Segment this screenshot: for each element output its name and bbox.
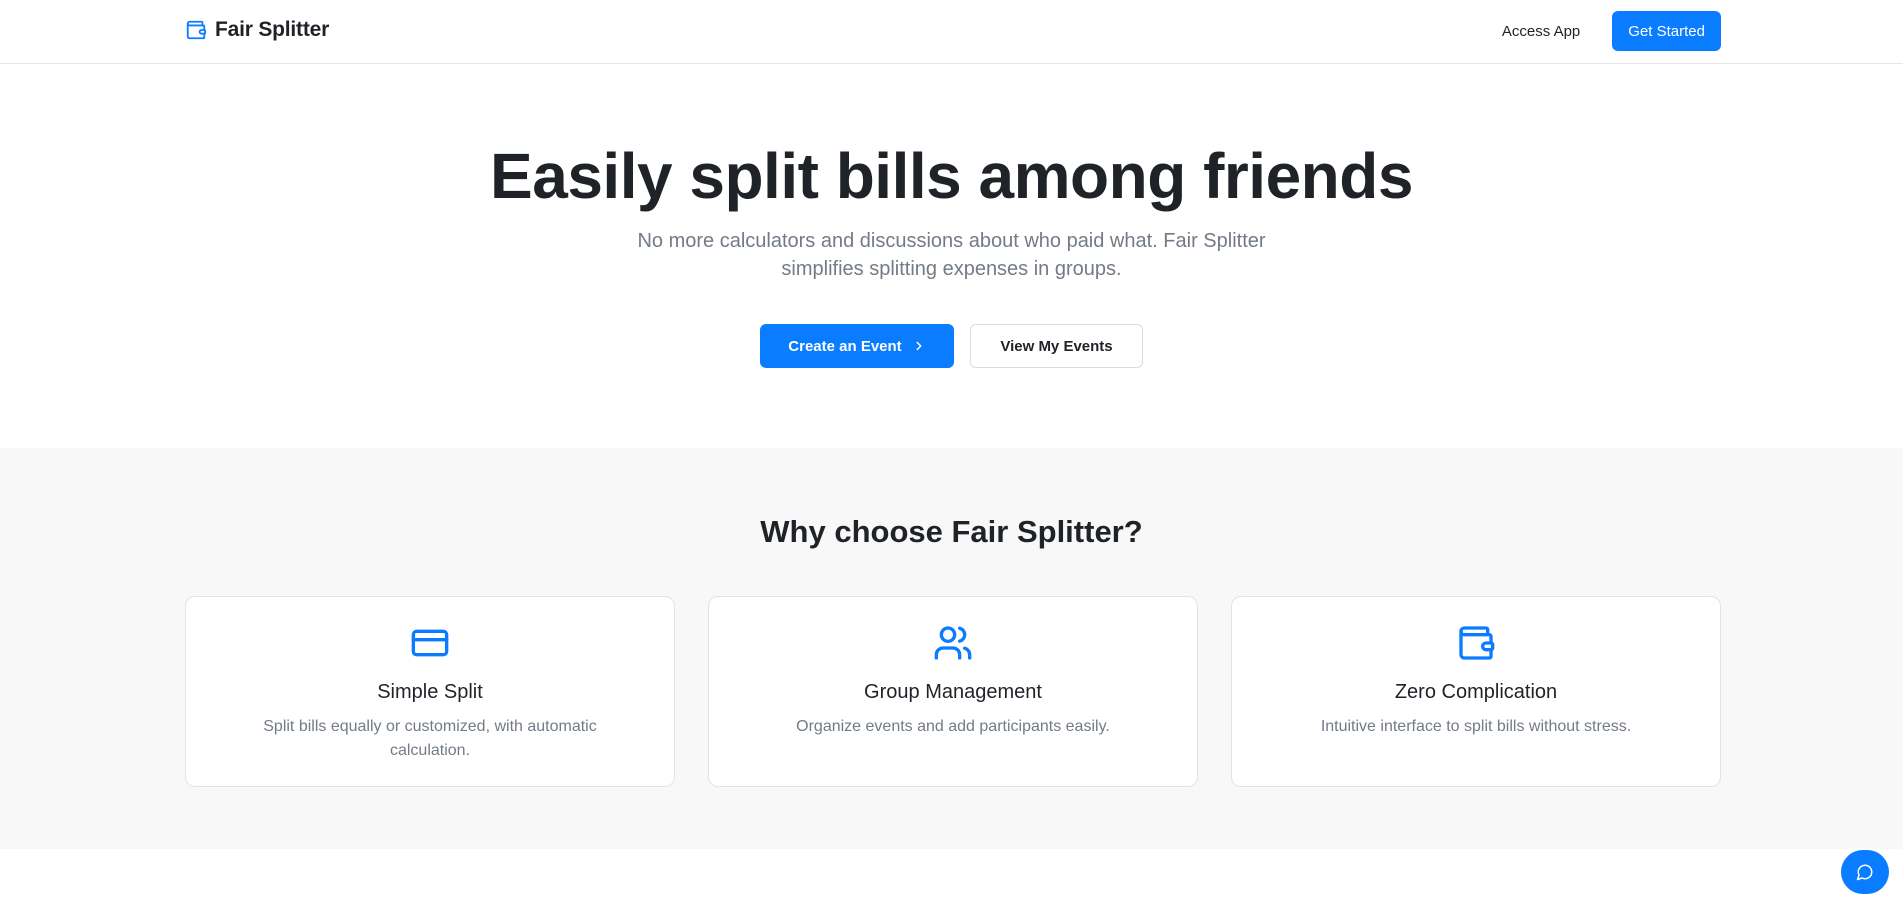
- feature-description: Intuitive interface to split bills witho…: [1320, 718, 1632, 735]
- get-started-button[interactable]: Get Started: [1612, 11, 1721, 51]
- features-title: Why choose Fair Splitter?: [760, 514, 1143, 549]
- feature-card-simple-split: Simple Split Split bills equally or cust…: [185, 596, 675, 787]
- feature-title: Zero Complication: [1394, 681, 1558, 703]
- hero-title: Easily split bills among friends: [490, 140, 1413, 212]
- hero-section: Easily split bills among friends No more…: [0, 65, 1903, 448]
- wallet-icon: [186, 20, 207, 40]
- feature-description: Split bills equally or customized, with …: [263, 718, 597, 759]
- view-events-button[interactable]: View My Events: [970, 324, 1143, 368]
- top-nav: Access App Get Started: [1490, 11, 1721, 51]
- feature-title: Simple Split: [377, 681, 483, 703]
- create-event-label: Create an Event: [788, 337, 902, 355]
- wallet-icon: [1459, 626, 1495, 660]
- brand-name: Fair Splitter: [215, 18, 330, 41]
- chat-button[interactable]: [1841, 850, 1889, 894]
- feature-description: Organize events and add participants eas…: [796, 718, 1110, 735]
- credit-card-icon: [411, 629, 449, 657]
- hero-subtitle: No more calculators and discussions abou…: [637, 230, 1266, 280]
- features-section: Why choose Fair Splitter? Simple Split S…: [0, 448, 1903, 849]
- feature-cards: Simple Split Split bills equally or cust…: [185, 596, 1721, 787]
- site-header: Fair Splitter Access App Get Started: [0, 0, 1903, 64]
- hero-actions: Create an Event View My Events: [0, 324, 1903, 368]
- users-icon: [934, 626, 972, 660]
- chat-bubble-icon: [1856, 864, 1873, 881]
- access-app-link[interactable]: Access App: [1490, 13, 1592, 50]
- chevron-right-icon: [916, 341, 922, 351]
- brand-logo[interactable]: Fair Splitter: [185, 18, 329, 42]
- create-event-button[interactable]: Create an Event: [760, 324, 954, 368]
- feature-title: Group Management: [864, 681, 1042, 703]
- feature-card-zero-complication: Zero Complication Intuitive interface to…: [1231, 596, 1721, 787]
- feature-card-group-management: Group Management Organize events and add…: [708, 596, 1198, 787]
